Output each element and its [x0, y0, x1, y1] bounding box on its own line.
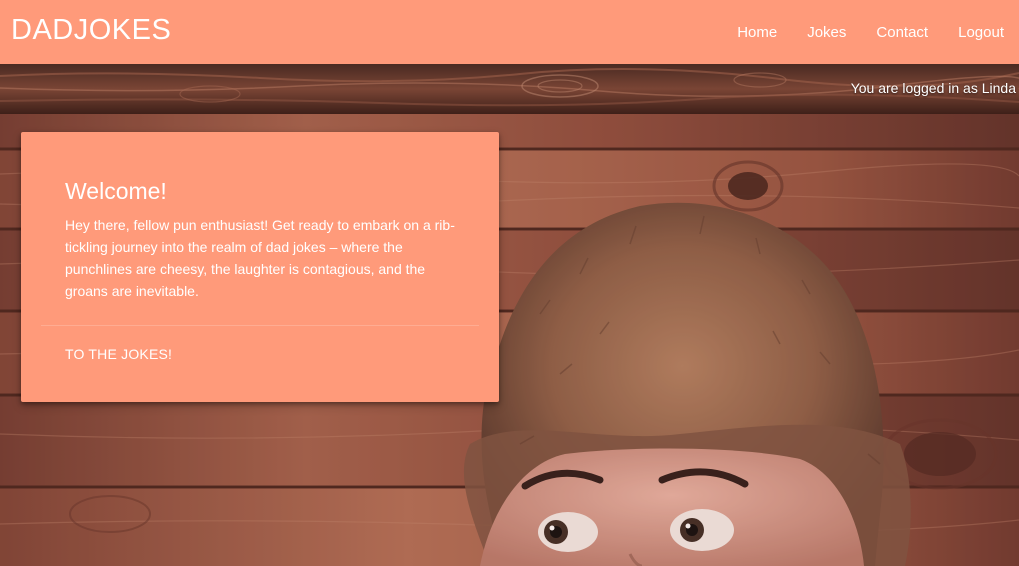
welcome-card-content: Welcome! Hey there, fellow pun enthusias… [21, 132, 499, 326]
page: DADJOKES Home Jokes Contact Logout You a… [0, 0, 1019, 566]
nav-link-logout[interactable]: Logout [943, 24, 1019, 41]
welcome-card: Welcome! Hey there, fellow pun enthusias… [21, 132, 499, 402]
nav-link-home[interactable]: Home [722, 24, 792, 41]
card-divider [41, 325, 479, 326]
logged-in-status: You are logged in as Linda [850, 80, 1016, 96]
welcome-title: Welcome! [65, 178, 167, 204]
nav-link-contact[interactable]: Contact [861, 24, 943, 41]
to-the-jokes-link[interactable]: TO THE JOKES! [65, 346, 172, 362]
navbar: DADJOKES Home Jokes Contact Logout [0, 0, 1019, 64]
brand-logo[interactable]: DADJOKES [11, 14, 171, 47]
nav-link-jokes[interactable]: Jokes [792, 24, 861, 41]
nav-links: Home Jokes Contact Logout [722, 0, 1019, 64]
welcome-text: Hey there, fellow pun enthusiast! Get re… [65, 217, 455, 299]
